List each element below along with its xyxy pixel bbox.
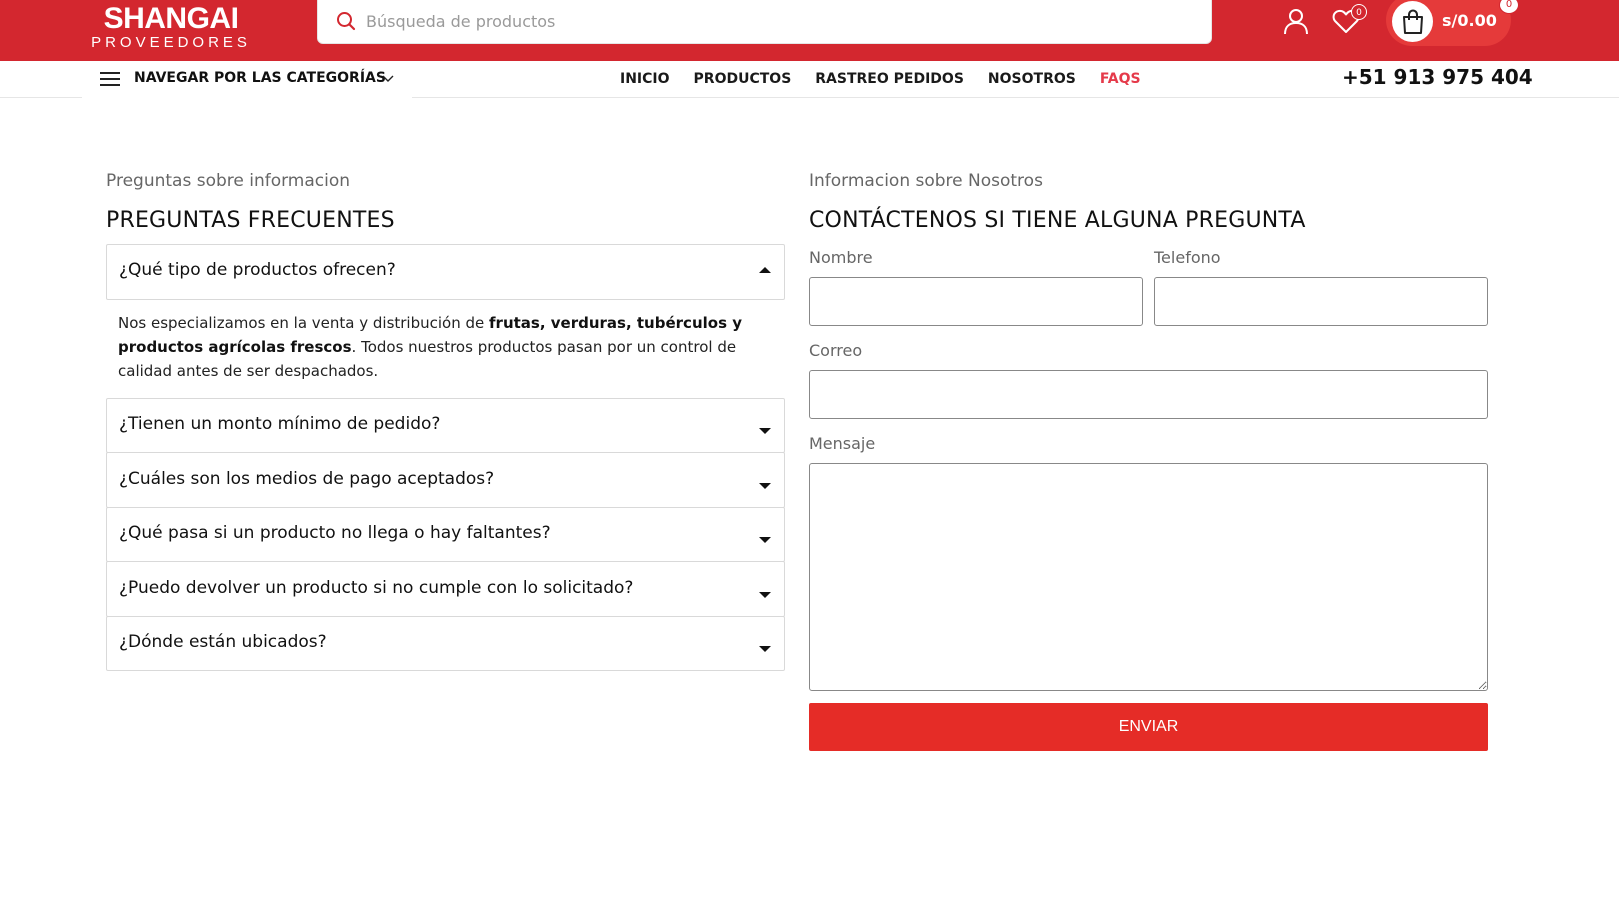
categories-menu-button[interactable]: NAVEGAR POR LAS CATEGORÍAS <box>82 61 412 98</box>
logo-main-text: SHANGAI <box>103 2 239 35</box>
message-label: Mensaje <box>809 434 876 453</box>
caret-up-icon <box>759 267 771 273</box>
cart-button[interactable]: s/0.00 <box>1386 0 1511 46</box>
search-bar <box>317 0 1212 44</box>
cart-total: s/0.00 <box>1442 11 1497 30</box>
top-header: SHANGAI PROVEEDORES 0 s/0.00 0 <box>0 0 1619 61</box>
cart-count-badge: 0 <box>1499 0 1519 14</box>
faq-item-4[interactable]: ¿Qué pasa si un producto no llega o hay … <box>106 507 785 562</box>
chevron-down-icon <box>382 75 394 82</box>
nav-link-inicio[interactable]: INICIO <box>620 61 670 98</box>
user-account-icon[interactable] <box>1282 7 1310 35</box>
faq-subtitle: Preguntas sobre informacion <box>106 171 351 191</box>
faq-question: ¿Puedo devolver un producto si no cumple… <box>119 578 634 598</box>
faq-title: PREGUNTAS FRECUENTES <box>106 208 395 233</box>
faq-answer: Nos especializamos en la venta y distrib… <box>118 311 758 383</box>
contact-title: CONTÁCTENOS SI TIENE ALGUNA PREGUNTA <box>809 208 1306 233</box>
hamburger-icon <box>100 72 120 86</box>
shopping-bag-icon <box>1403 9 1423 34</box>
name-field[interactable] <box>809 277 1143 326</box>
faq-question: ¿Dónde están ubicados? <box>119 632 327 652</box>
contact-subtitle: Informacion sobre Nosotros <box>809 171 1043 191</box>
nav-link-productos[interactable]: PRODUCTOS <box>694 61 792 98</box>
logo-sub-text: PROVEEDORES <box>91 34 251 51</box>
faq-question: ¿Cuáles son los medios de pago aceptados… <box>119 469 495 489</box>
caret-down-icon <box>759 537 771 543</box>
email-label: Correo <box>809 341 863 360</box>
phone-field[interactable] <box>1154 277 1488 326</box>
faq-question: ¿Qué tipo de productos ofrecen? <box>119 260 396 280</box>
search-icon[interactable] <box>336 11 356 31</box>
categories-label: NAVEGAR POR LAS CATEGORÍAS <box>134 70 386 86</box>
caret-down-icon <box>759 592 771 598</box>
cart-icon-circle <box>1392 1 1433 42</box>
nav-link-faqs[interactable]: FAQS <box>1100 61 1141 98</box>
message-textarea[interactable] <box>809 463 1488 691</box>
faq-answer-text: Nos especializamos en la venta y distrib… <box>118 314 490 332</box>
caret-down-icon <box>759 428 771 434</box>
logo[interactable]: SHANGAI PROVEEDORES <box>81 2 261 56</box>
email-field[interactable] <box>809 370 1488 419</box>
phone-label: Telefono <box>1154 248 1221 267</box>
faq-item-3[interactable]: ¿Cuáles son los medios de pago aceptados… <box>106 452 785 508</box>
caret-down-icon <box>759 646 771 652</box>
search-input[interactable] <box>366 7 1186 35</box>
faq-item-2[interactable]: ¿Tienen un monto mínimo de pedido? <box>106 398 785 453</box>
wishlist-count-badge: 0 <box>1351 4 1367 20</box>
faq-item-1[interactable]: ¿Qué tipo de productos ofrecen? <box>106 244 785 300</box>
nav-links: INICIO PRODUCTOS RASTREO PEDIDOS NOSOTRO… <box>620 61 1165 98</box>
nav-link-rastreo-pedidos[interactable]: RASTREO PEDIDOS <box>815 61 964 98</box>
main-nav: NAVEGAR POR LAS CATEGORÍAS INICIO PRODUC… <box>0 61 1619 98</box>
faq-question: ¿Qué pasa si un producto no llega o hay … <box>119 523 551 543</box>
name-label: Nombre <box>809 248 873 267</box>
faq-item-5[interactable]: ¿Puedo devolver un producto si no cumple… <box>106 561 785 617</box>
caret-down-icon <box>759 483 771 489</box>
phone-number[interactable]: +51 913 975 404 <box>1342 65 1533 89</box>
send-button[interactable]: ENVIAR <box>809 703 1488 751</box>
nav-link-nosotros[interactable]: NOSOTROS <box>988 61 1076 98</box>
faq-question: ¿Tienen un monto mínimo de pedido? <box>119 414 441 434</box>
faq-item-6[interactable]: ¿Dónde están ubicados? <box>106 616 785 671</box>
